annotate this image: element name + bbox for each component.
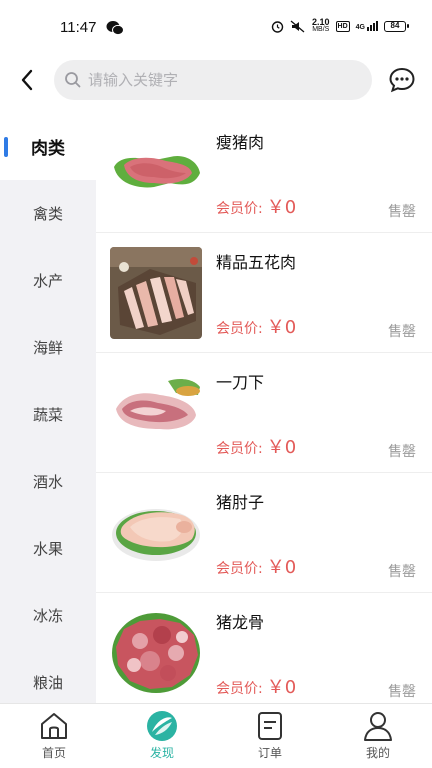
message-button[interactable]: [388, 66, 416, 94]
price-value: ￥0: [266, 437, 297, 458]
category-item-meat[interactable]: 肉类: [0, 113, 96, 180]
category-label: 酒水: [32, 473, 63, 491]
category-label: 粮油: [32, 674, 63, 692]
bottom-navigation: 首页 发现 订单 我的: [0, 703, 432, 768]
home-icon: [41, 713, 67, 739]
category-item-drinks[interactable]: 酒水: [0, 448, 96, 515]
sold-out-label: 售罄: [388, 684, 416, 700]
product-image: [110, 367, 202, 459]
price-value: ￥0: [266, 677, 297, 698]
member-price: 会员价: ￥0: [216, 193, 296, 219]
category-item-frozen[interactable]: 冰冻: [0, 582, 96, 649]
member-price: 会员价: ￥0: [216, 553, 296, 579]
status-time: 11:47: [60, 19, 97, 36]
mute-icon: [290, 20, 305, 32]
category-item-seafood[interactable]: 海鲜: [0, 314, 96, 381]
price-label: 会员价:: [216, 201, 263, 217]
product-item[interactable]: 猪肘子 会员价: ￥0 售罄: [96, 473, 432, 593]
product-image: [110, 247, 202, 339]
signal-label: 4G: [355, 24, 365, 31]
product-name: 猪龙骨: [216, 613, 265, 632]
category-label: 水果: [32, 540, 63, 558]
header: [0, 56, 432, 104]
price-label: 会员价:: [216, 561, 263, 577]
category-item-aquatic[interactable]: 水产: [0, 247, 96, 314]
order-list-icon: [258, 712, 282, 740]
network-speed: 2.10 MB/S: [312, 18, 330, 34]
product-item[interactable]: 精品五花肉 会员价: ￥0 售罄: [96, 233, 432, 353]
nav-label: 首页: [41, 746, 66, 760]
member-price: 会员价: ￥0: [216, 313, 296, 339]
search-input[interactable]: [88, 71, 348, 89]
user-icon: [364, 712, 392, 741]
nav-discover[interactable]: 发现: [108, 704, 216, 768]
category-label: 肉类: [31, 139, 65, 159]
product-image: [110, 127, 202, 219]
search-bar[interactable]: [54, 60, 372, 100]
category-item-vegetables[interactable]: 蔬菜: [0, 381, 96, 448]
category-label: 禽类: [32, 205, 63, 223]
search-icon: [65, 72, 81, 88]
category-label: 水产: [32, 272, 63, 290]
member-price: 会员价: ￥0: [216, 433, 296, 459]
price-value: ￥0: [266, 317, 297, 338]
category-item-poultry[interactable]: 禽类: [0, 180, 96, 247]
sold-out-label: 售罄: [388, 324, 416, 340]
category-item-fruit[interactable]: 水果: [0, 515, 96, 582]
nav-profile[interactable]: 我的: [324, 704, 432, 768]
member-price: 会员价: ￥0: [216, 673, 296, 699]
chevron-left-icon: [21, 69, 33, 91]
price-label: 会员价:: [216, 681, 263, 697]
category-label: 海鲜: [32, 339, 63, 357]
nav-orders[interactable]: 订单: [216, 704, 324, 768]
back-button[interactable]: [14, 66, 40, 94]
product-name: 一刀下: [216, 373, 265, 392]
wechat-icon: [106, 21, 124, 36]
product-name: 猪肘子: [216, 493, 265, 512]
alarm-icon: [271, 20, 284, 33]
product-list: 瘦猪肉 会员价: ￥0 售罄 精品五花肉 会员价: ￥0 售罄 一刀下 会员价:…: [96, 113, 432, 703]
category-label: 冰冻: [32, 607, 63, 625]
sold-out-label: 售罄: [388, 564, 416, 580]
network-speed-unit: MB/S: [312, 26, 330, 33]
product-image: [110, 607, 202, 699]
discover-icon: [147, 711, 177, 741]
price-value: ￥0: [266, 557, 297, 578]
price-label: 会员价:: [216, 441, 263, 457]
product-item[interactable]: 瘦猪肉 会员价: ￥0 售罄: [96, 113, 432, 233]
nav-label: 订单: [257, 746, 282, 760]
category-item-grain-oil[interactable]: 粮油: [0, 649, 96, 703]
product-image: [110, 487, 202, 579]
status-bar: 11:47 2.10 MB/S HD 4G 84: [0, 0, 432, 56]
category-label: 蔬菜: [32, 406, 63, 424]
status-indicators: 2.10 MB/S HD 4G 84: [271, 18, 409, 34]
product-item[interactable]: 一刀下 会员价: ￥0 售罄: [96, 353, 432, 473]
battery-indicator: 84: [384, 20, 409, 32]
sold-out-label: 售罄: [388, 444, 416, 460]
product-item[interactable]: 猪龙骨 会员价: ￥0 售罄: [96, 593, 432, 703]
category-sidebar: 肉类 禽类 水产 海鲜 蔬菜 酒水 水果 冰冻 粮油: [0, 113, 96, 703]
chat-bubble-icon: [389, 67, 415, 93]
hd-badge: HD: [335, 20, 350, 32]
nav-home[interactable]: 首页: [0, 704, 108, 768]
product-name: 精品五花肉: [216, 253, 297, 272]
nav-label: 发现: [149, 746, 174, 760]
product-name: 瘦猪肉: [216, 133, 265, 152]
price-label: 会员价:: [216, 321, 263, 337]
price-value: ￥0: [266, 197, 297, 218]
nav-label: 我的: [365, 746, 390, 760]
signal-icon: 4G: [356, 21, 378, 31]
sold-out-label: 售罄: [388, 204, 416, 220]
network-speed-value: 2.10: [312, 17, 330, 27]
